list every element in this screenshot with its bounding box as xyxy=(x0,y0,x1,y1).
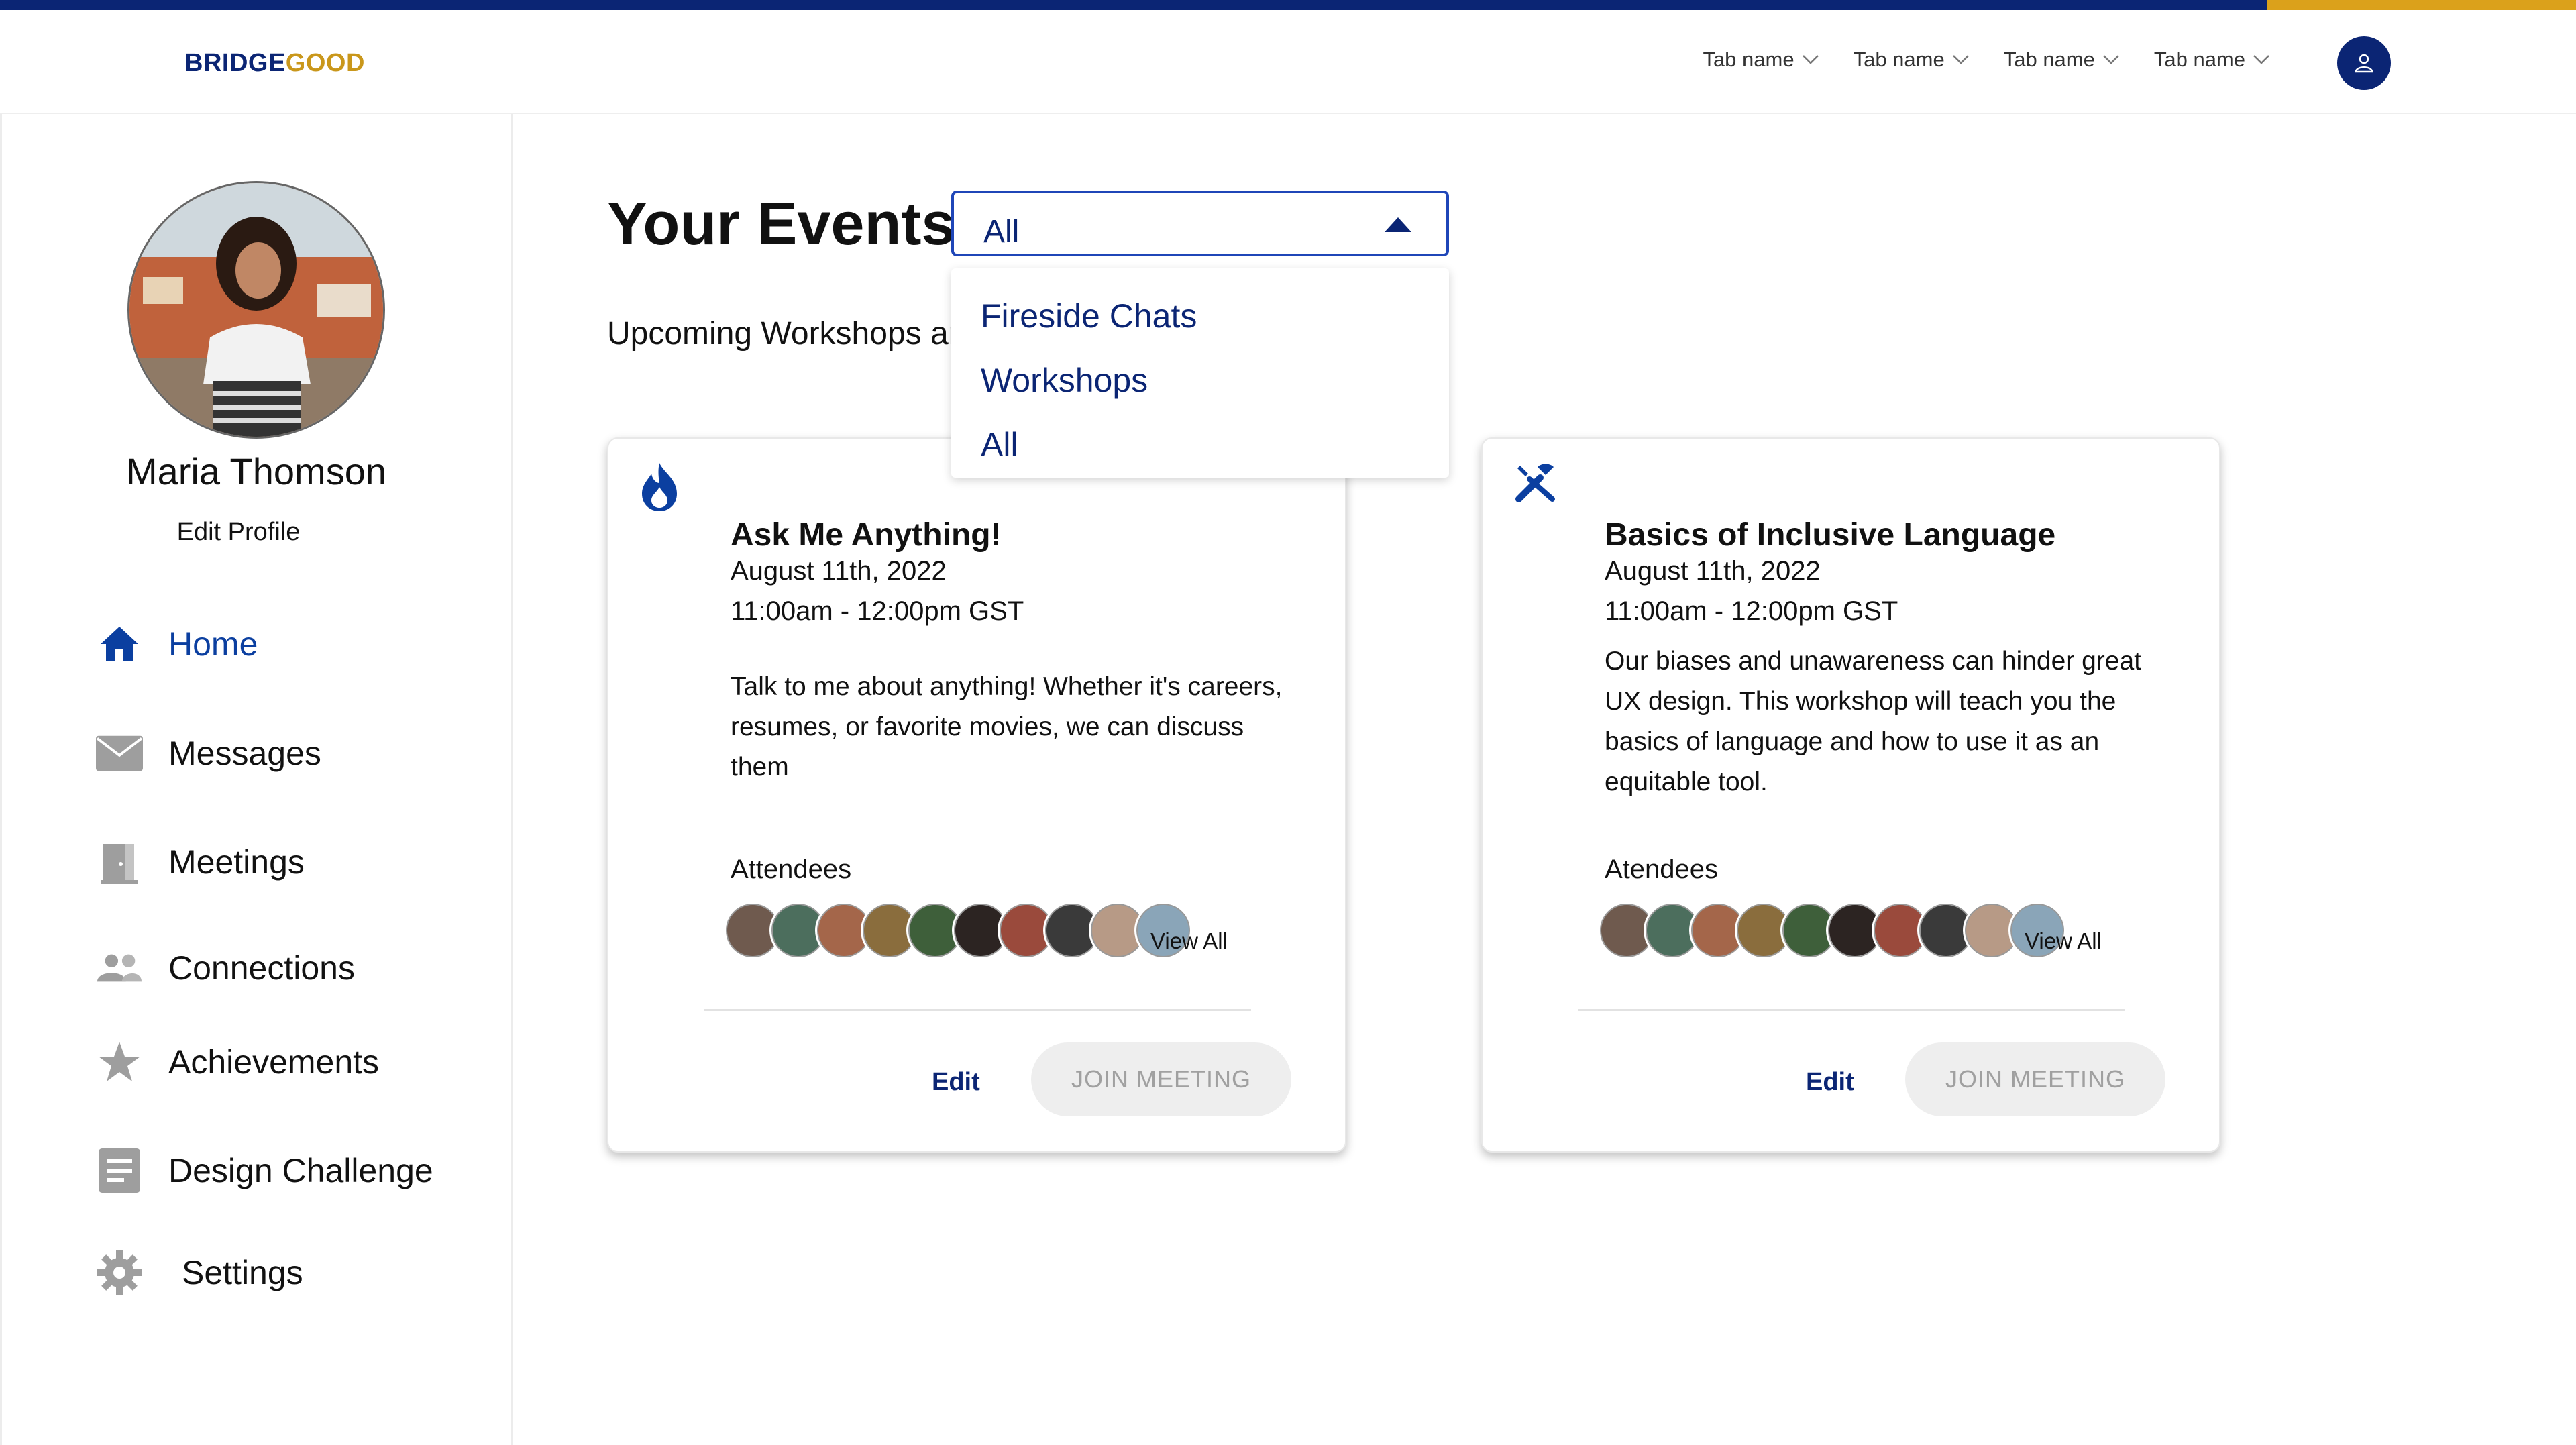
sidebar-item-messages[interactable]: Messages xyxy=(96,730,321,777)
mail-icon xyxy=(96,730,143,777)
tools-icon xyxy=(1513,460,1560,514)
top-tabs: Tab name Tab name Tab name Tab name xyxy=(1703,48,2271,72)
filter-option-workshops[interactable]: Workshops xyxy=(981,361,1148,400)
tab-3[interactable]: Tab name xyxy=(2004,48,2121,72)
event-card: Ask Me Anything! August 11th, 2022 11:00… xyxy=(607,437,1346,1153)
gear-icon xyxy=(96,1249,143,1296)
sidebar-item-label: Design Challenge xyxy=(168,1152,433,1189)
filter-option-all[interactable]: All xyxy=(981,425,1018,464)
join-meeting-button[interactable]: JOIN MEETING xyxy=(1031,1042,1291,1116)
chevron-down-icon xyxy=(1952,55,1969,64)
attendee-avatars[interactable] xyxy=(724,902,1192,959)
sidebar-item-label: Connections xyxy=(168,949,355,987)
tab-2[interactable]: Tab name xyxy=(1854,48,1970,72)
profile-avatar[interactable] xyxy=(127,181,385,439)
event-title: Basics of Inclusive Language xyxy=(1605,517,2056,553)
sidebar-item-connections[interactable]: Connections xyxy=(96,945,355,992)
event-filter-value: All xyxy=(983,214,1020,250)
edit-event-button[interactable]: Edit xyxy=(932,1068,980,1097)
top-accent-stripe xyxy=(0,0,2576,10)
tab-label: Tab name xyxy=(1853,48,1945,71)
brand-logo[interactable]: BRIDGEGOOD xyxy=(184,49,365,78)
people-icon xyxy=(96,945,143,992)
sidebar-item-label: Achievements xyxy=(168,1043,380,1081)
profile-name: Maria Thomson xyxy=(125,450,386,492)
attendees-label: Atendees xyxy=(1605,855,1719,884)
card-divider xyxy=(704,1009,1251,1011)
sidebar-item-settings[interactable]: Settings xyxy=(96,1249,303,1296)
edit-profile-link[interactable]: Edit Profile xyxy=(2,518,475,547)
top-accent-gold xyxy=(2267,0,2576,10)
brand-logo-part1: BRIDGE xyxy=(184,49,286,77)
view-all-attendees-link[interactable]: View All xyxy=(2025,928,2102,954)
sidebar-item-label: Meetings xyxy=(168,843,305,881)
chevron-down-icon xyxy=(1802,55,1819,64)
attendee-avatars[interactable] xyxy=(1598,902,2066,959)
document-icon xyxy=(96,1147,143,1194)
caret-up-icon xyxy=(1385,217,1411,232)
page-title: Your Events xyxy=(607,191,955,258)
event-time: 11:00am - 12:00pm GST xyxy=(731,596,1024,626)
profile-photo-image xyxy=(129,183,383,437)
tab-label: Tab name xyxy=(2153,48,2245,71)
event-time: 11:00am - 12:00pm GST xyxy=(1605,596,1898,626)
chevron-down-icon xyxy=(2102,55,2119,64)
event-title: Ask Me Anything! xyxy=(731,517,1002,553)
join-meeting-button[interactable]: JOIN MEETING xyxy=(1905,1042,2165,1116)
door-icon xyxy=(96,839,143,886)
brand-logo-part2: GOOD xyxy=(285,49,365,77)
tab-label: Tab name xyxy=(2003,48,2095,71)
chevron-down-icon xyxy=(2253,55,2269,64)
sidebar-item-label: Home xyxy=(168,625,258,663)
account-button[interactable] xyxy=(2337,36,2391,90)
edit-event-button[interactable]: Edit xyxy=(1806,1068,1854,1097)
sidebar-item-home[interactable]: Home xyxy=(96,621,258,667)
sidebar-item-achievements[interactable]: Achievements xyxy=(96,1038,379,1085)
sidebar-item-meetings[interactable]: Meetings xyxy=(96,839,305,886)
event-filter-select[interactable]: All xyxy=(951,191,1449,256)
top-header: BRIDGEGOOD Tab name Tab name Tab name Ta… xyxy=(0,10,2576,114)
event-date: August 11th, 2022 xyxy=(731,556,947,586)
tab-1[interactable]: Tab name xyxy=(1703,48,1819,72)
sidebar: Maria Thomson Edit Profile Home Messages… xyxy=(0,114,513,1445)
sidebar-item-design-challenge[interactable]: Design Challenge xyxy=(96,1147,433,1194)
view-all-attendees-link[interactable]: View All xyxy=(1150,928,1228,954)
sidebar-item-label: Settings xyxy=(182,1254,303,1291)
tab-label: Tab name xyxy=(1703,48,1794,71)
filter-option-fireside-chats[interactable]: Fireside Chats xyxy=(981,297,1197,335)
event-filter-menu: Fireside Chats Workshops All xyxy=(951,268,1449,478)
user-icon xyxy=(2355,54,2373,73)
event-description: Talk to me about anything! Whether it's … xyxy=(731,672,1283,782)
event-description: Our biases and unawareness can hinder gr… xyxy=(1605,647,2141,796)
event-date: August 11th, 2022 xyxy=(1605,556,1821,586)
page-subtitle: Upcoming Workshops and Fireside Chats xyxy=(607,316,956,352)
card-divider xyxy=(1578,1009,2125,1011)
home-icon xyxy=(96,621,143,667)
flame-icon xyxy=(639,460,686,514)
attendees-label: Attendees xyxy=(731,855,852,884)
sidebar-item-label: Messages xyxy=(168,735,321,772)
star-icon xyxy=(96,1038,143,1085)
event-card: Basics of Inclusive Language August 11th… xyxy=(1481,437,2220,1153)
tab-4[interactable]: Tab name xyxy=(2154,48,2271,72)
